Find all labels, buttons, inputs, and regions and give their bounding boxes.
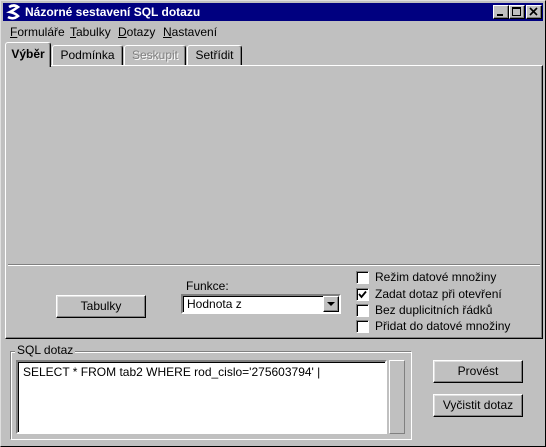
checkbox-rezim-datove-mnoziny[interactable] <box>356 271 369 284</box>
title-bar[interactable]: Názorné sestavení SQL dotazu <box>3 3 543 21</box>
tab-label: Podmínka <box>60 48 115 62</box>
execute-button-label: Provést <box>457 364 499 378</box>
menu-nastaveni[interactable]: Nastavení <box>163 25 217 39</box>
tab-setridit[interactable]: Setřídit <box>187 45 242 65</box>
tab-vyber[interactable]: Výběr <box>5 42 51 67</box>
function-select[interactable]: Hodnota z <box>181 294 341 314</box>
main-window: Názorné sestavení SQL dotazu Formuláře T… <box>0 0 546 447</box>
tables-button-label: Tabulky <box>80 299 122 313</box>
tables-button[interactable]: Tabulky <box>56 295 146 318</box>
menu-tabulky[interactable]: Tabulky <box>70 25 111 39</box>
checkbox-label: Zadat dotaz při otevření <box>375 287 502 301</box>
checkbox-zadat-dotaz[interactable] <box>356 288 369 301</box>
checkbox-bez-duplicitnich[interactable] <box>356 304 369 317</box>
checkbox-pridat-do-mnoziny[interactable] <box>356 320 369 333</box>
maximize-button[interactable] <box>509 5 525 19</box>
checkbox-label: Bez duplicitních řádků <box>375 303 493 317</box>
checkbox-label: Přidat do datové množiny <box>375 319 511 333</box>
sql-scrollbar[interactable] <box>389 360 405 434</box>
chevron-down-icon <box>327 302 335 306</box>
window-title: Názorné sestavení SQL dotazu <box>25 5 201 19</box>
sql-group-title: SQL dotaz <box>15 343 76 357</box>
function-value: Hodnota z <box>187 297 242 311</box>
menu-mnemonic: N <box>163 25 172 39</box>
clear-button-label: Vyčistit dotaz <box>442 398 514 412</box>
panel-divider <box>8 264 540 266</box>
maximize-icon <box>512 7 521 16</box>
clear-query-button[interactable]: Vyčistit dotaz <box>433 394 523 417</box>
menu-label: ormuláře <box>17 25 65 39</box>
sql-textarea[interactable]: SELECT * FROM tab2 WHERE rod_cislo='2756… <box>16 360 387 434</box>
execute-button[interactable]: Provést <box>433 360 523 383</box>
tab-label: Setřídit <box>195 48 234 62</box>
menu-mnemonic: D <box>118 25 127 39</box>
menu-label: otazy <box>126 25 156 39</box>
checkmark-icon <box>358 290 367 299</box>
tab-seskupit[interactable]: Seskupit <box>124 45 186 65</box>
menu-label: astavení <box>171 25 218 39</box>
app-logo-icon <box>6 4 22 20</box>
tab-podminka[interactable]: Podmínka <box>52 45 123 65</box>
minimize-button[interactable] <box>493 5 509 19</box>
menu-formulare[interactable]: Formuláře <box>10 25 65 39</box>
menu-dotazy[interactable]: Dotazy <box>118 25 155 39</box>
menu-label: abulky <box>76 25 111 39</box>
tab-panel-vyber: Tabulky Funkce: Hodnota z Režim datové m… <box>5 65 543 339</box>
close-icon <box>529 7 538 16</box>
close-button[interactable] <box>526 5 542 19</box>
sql-query-text: SELECT * FROM tab2 WHERE rod_cislo='2756… <box>23 365 321 379</box>
checkbox-label: Režim datové množiny <box>375 270 497 284</box>
function-dropdown-button[interactable] <box>323 296 339 312</box>
function-label: Funkce: <box>186 279 229 293</box>
tab-label: Seskupit <box>131 48 179 62</box>
tab-label: Výběr <box>11 47 45 61</box>
minimize-icon <box>497 14 503 16</box>
